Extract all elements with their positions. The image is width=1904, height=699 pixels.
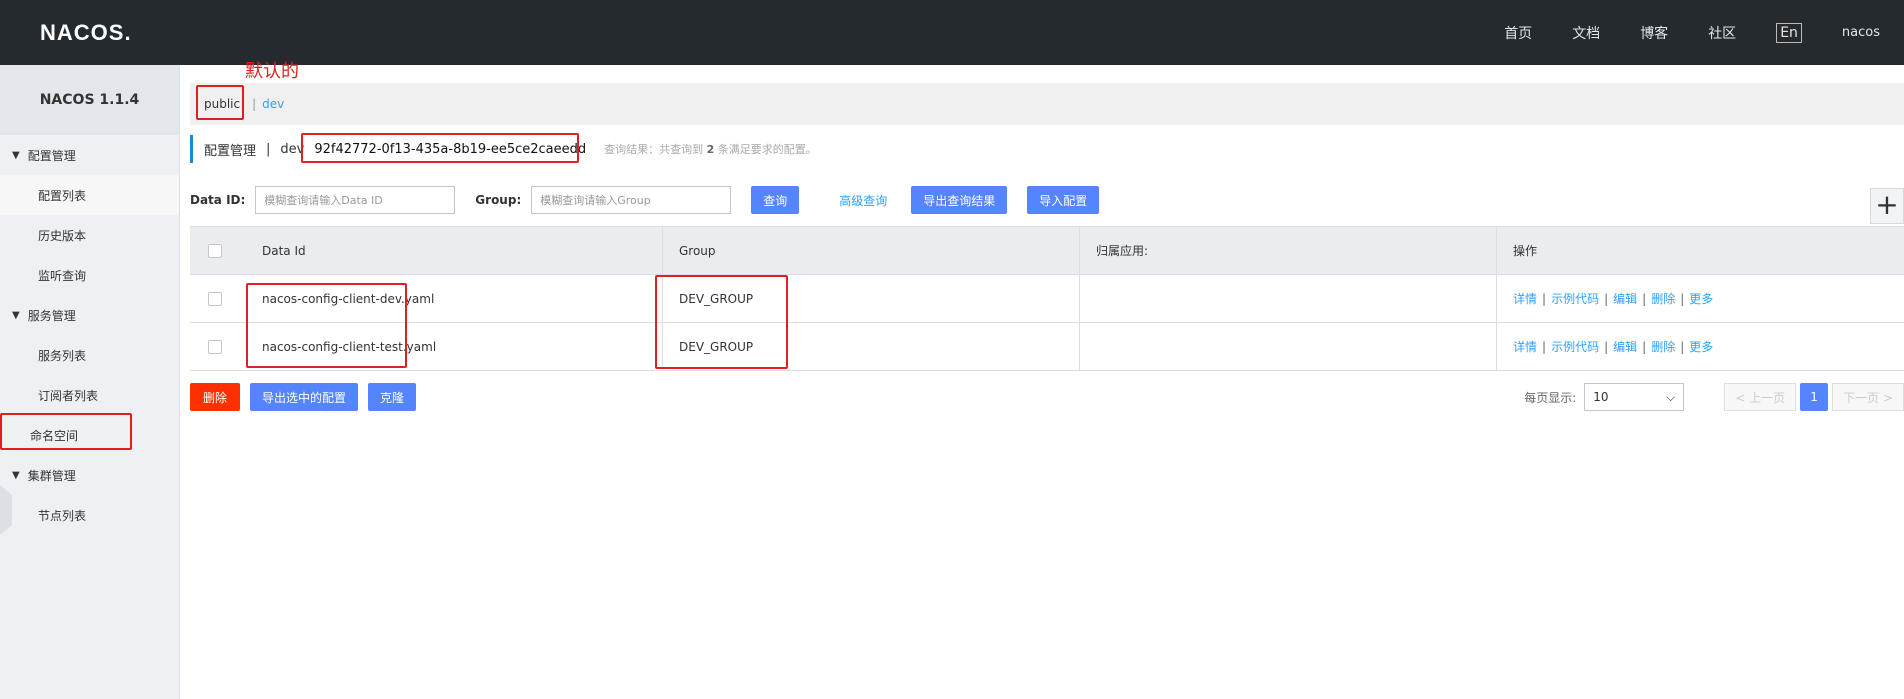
sidebar-item-config-list[interactable]: 配置列表 (0, 175, 179, 215)
op-sample-code-link[interactable]: 示例代码 (1551, 290, 1599, 307)
page-size-label: 每页显示: (1524, 390, 1577, 405)
breadcrumb-separator: | (266, 141, 271, 157)
sidebar-item-listener[interactable]: 监听查询 (0, 255, 179, 295)
group-label: Group: (475, 193, 522, 207)
cell-ops: 详情 | 示例代码 | 编辑 | 删除 | 更多 (1513, 338, 1714, 355)
caret-down-icon: ▼ (12, 309, 20, 321)
breadcrumb: 配置管理 | dev 92f42772-0f13-435a-8b19-ee5ce… (190, 135, 817, 163)
sidebar-item-subscribers[interactable]: 订阅者列表 (0, 375, 179, 415)
row-checkbox[interactable] (208, 291, 222, 306)
sidebar-item-service-list[interactable]: 服务列表 (0, 335, 179, 375)
query-result-text: 查询结果：共查询到 2 条满足要求的配置。 (604, 143, 817, 156)
namespace-separator: | (252, 97, 257, 111)
cell-data-id: nacos-config-client-test.yaml (246, 323, 663, 370)
nav-blog[interactable]: 博客 (1640, 23, 1668, 43)
sidebar-group-config[interactable]: ▼ 配置管理 (0, 135, 179, 175)
sidebar-group-label: 服务管理 (27, 308, 76, 323)
page-size-value: 10 (1593, 390, 1609, 404)
op-detail-link[interactable]: 详情 (1513, 290, 1537, 307)
config-table: Data Id Group 归属应用: 操作 nacos-config-clie… (190, 226, 1904, 371)
import-config-button[interactable]: 导入配置 (1027, 186, 1100, 214)
top-nav: 首页 文档 博客 社区 En nacos (1504, 0, 1904, 65)
sidebar-item-nodes[interactable]: 节点列表 (0, 495, 179, 535)
data-id-label: Data ID: (190, 193, 246, 207)
namespace-bar: public | dev (190, 83, 1904, 125)
query-button[interactable]: 查询 (751, 186, 800, 214)
sidebar-title: NACOS 1.1.4 (0, 65, 179, 135)
nacos-logo[interactable]: NACOS. (40, 20, 132, 46)
prev-page-button[interactable]: < 上一页 (1724, 383, 1797, 411)
op-detail-link[interactable]: 详情 (1513, 338, 1537, 355)
op-delete-link[interactable]: 删除 (1651, 290, 1675, 307)
cell-app (1080, 275, 1497, 322)
result-count: 2 (706, 143, 715, 156)
nav-home[interactable]: 首页 (1504, 23, 1532, 43)
data-id-input[interactable]: 模糊查询请输入Data ID (255, 186, 456, 214)
nav-docs[interactable]: 文档 (1572, 23, 1600, 43)
sidebar-item-history[interactable]: 历史版本 (0, 215, 179, 255)
table-row: nacos-config-client-dev.yaml DEV_GROUP 详… (190, 275, 1904, 323)
column-header-app: 归属应用: (1080, 227, 1497, 274)
sidebar-group-cluster[interactable]: ▼ 集群管理 (0, 455, 179, 495)
next-page-button[interactable]: 下一页 > (1832, 383, 1904, 411)
export-results-button[interactable]: 导出查询结果 (911, 186, 1008, 214)
namespace-public[interactable]: public (204, 97, 240, 111)
column-header-data-id: Data Id (246, 227, 663, 274)
select-all-cell (190, 227, 246, 274)
export-selected-button[interactable]: 导出选中的配置 (250, 383, 359, 411)
page-size-select[interactable]: 10 ⌵ (1584, 383, 1685, 411)
cell-ops: 详情 | 示例代码 | 编辑 | 删除 | 更多 (1513, 290, 1714, 307)
sidebar-group-label: 配置管理 (27, 148, 76, 163)
group-input[interactable]: 模糊查询请输入Group (531, 186, 732, 214)
namespace-name: dev (280, 141, 305, 157)
op-edit-link[interactable]: 编辑 (1613, 338, 1637, 355)
chevron-down-icon: ⌵ (1666, 389, 1676, 404)
add-config-button[interactable]: + (1870, 188, 1904, 224)
pagination: 每页显示: 10 ⌵ < 上一页 1 下一页 > (1524, 382, 1904, 412)
table-actions: 删除 导出选中的配置 克隆 每页显示: 10 ⌵ < 上一页 1 下一页 > (190, 382, 1904, 412)
cell-app (1080, 323, 1497, 370)
nav-community[interactable]: 社区 (1708, 23, 1736, 43)
main-content: public | dev 默认的 配置管理 | dev 92f42772-0f1… (180, 61, 1904, 699)
cell-data-id: nacos-config-client-dev.yaml (246, 275, 663, 322)
op-delete-link[interactable]: 删除 (1651, 338, 1675, 355)
sidebar-item-namespace[interactable]: 命名空间 (0, 415, 179, 455)
clone-button[interactable]: 克隆 (368, 383, 417, 411)
caret-down-icon: ▼ (12, 469, 20, 481)
search-row: Data ID: 模糊查询请输入Data ID Group: 模糊查询请输入Gr… (190, 185, 1119, 215)
row-checkbox[interactable] (208, 339, 222, 354)
user-menu[interactable]: nacos (1842, 25, 1880, 40)
op-edit-link[interactable]: 编辑 (1613, 290, 1637, 307)
row-select-cell (190, 275, 246, 322)
language-toggle[interactable]: En (1776, 22, 1802, 43)
table-row: nacos-config-client-test.yaml DEV_GROUP … (190, 323, 1904, 371)
namespace-dev[interactable]: dev (262, 97, 284, 111)
current-page-button[interactable]: 1 (1800, 383, 1829, 411)
column-header-group: Group (663, 227, 1080, 274)
sidebar-group-service[interactable]: ▼ 服务管理 (0, 295, 179, 335)
op-more-link[interactable]: 更多 (1689, 338, 1713, 355)
delete-selected-button[interactable]: 删除 (190, 383, 241, 411)
sidebar-group-label: 集群管理 (27, 468, 76, 483)
annotation-default-label: 默认的 (245, 61, 299, 82)
top-navbar: NACOS. 首页 文档 博客 社区 En nacos (0, 0, 1904, 65)
sidebar: NACOS 1.1.4 ▼ 配置管理 配置列表 历史版本 监听查询 ▼ 服务管理… (0, 65, 180, 699)
cell-group: DEV_GROUP (663, 323, 1080, 370)
op-more-link[interactable]: 更多 (1689, 290, 1713, 307)
advanced-query-link[interactable]: 高级查询 (839, 192, 887, 209)
table-header: Data Id Group 归属应用: 操作 (190, 227, 1904, 275)
row-select-cell (190, 323, 246, 370)
select-all-checkbox[interactable] (208, 243, 222, 258)
column-header-ops: 操作 (1513, 244, 1538, 258)
namespace-id: 92f42772-0f13-435a-8b19-ee5ce2caeedd (314, 141, 587, 157)
cell-group: DEV_GROUP (663, 275, 1080, 322)
page-title: 配置管理 (204, 143, 257, 159)
op-sample-code-link[interactable]: 示例代码 (1551, 338, 1599, 355)
caret-down-icon: ▼ (12, 149, 20, 161)
